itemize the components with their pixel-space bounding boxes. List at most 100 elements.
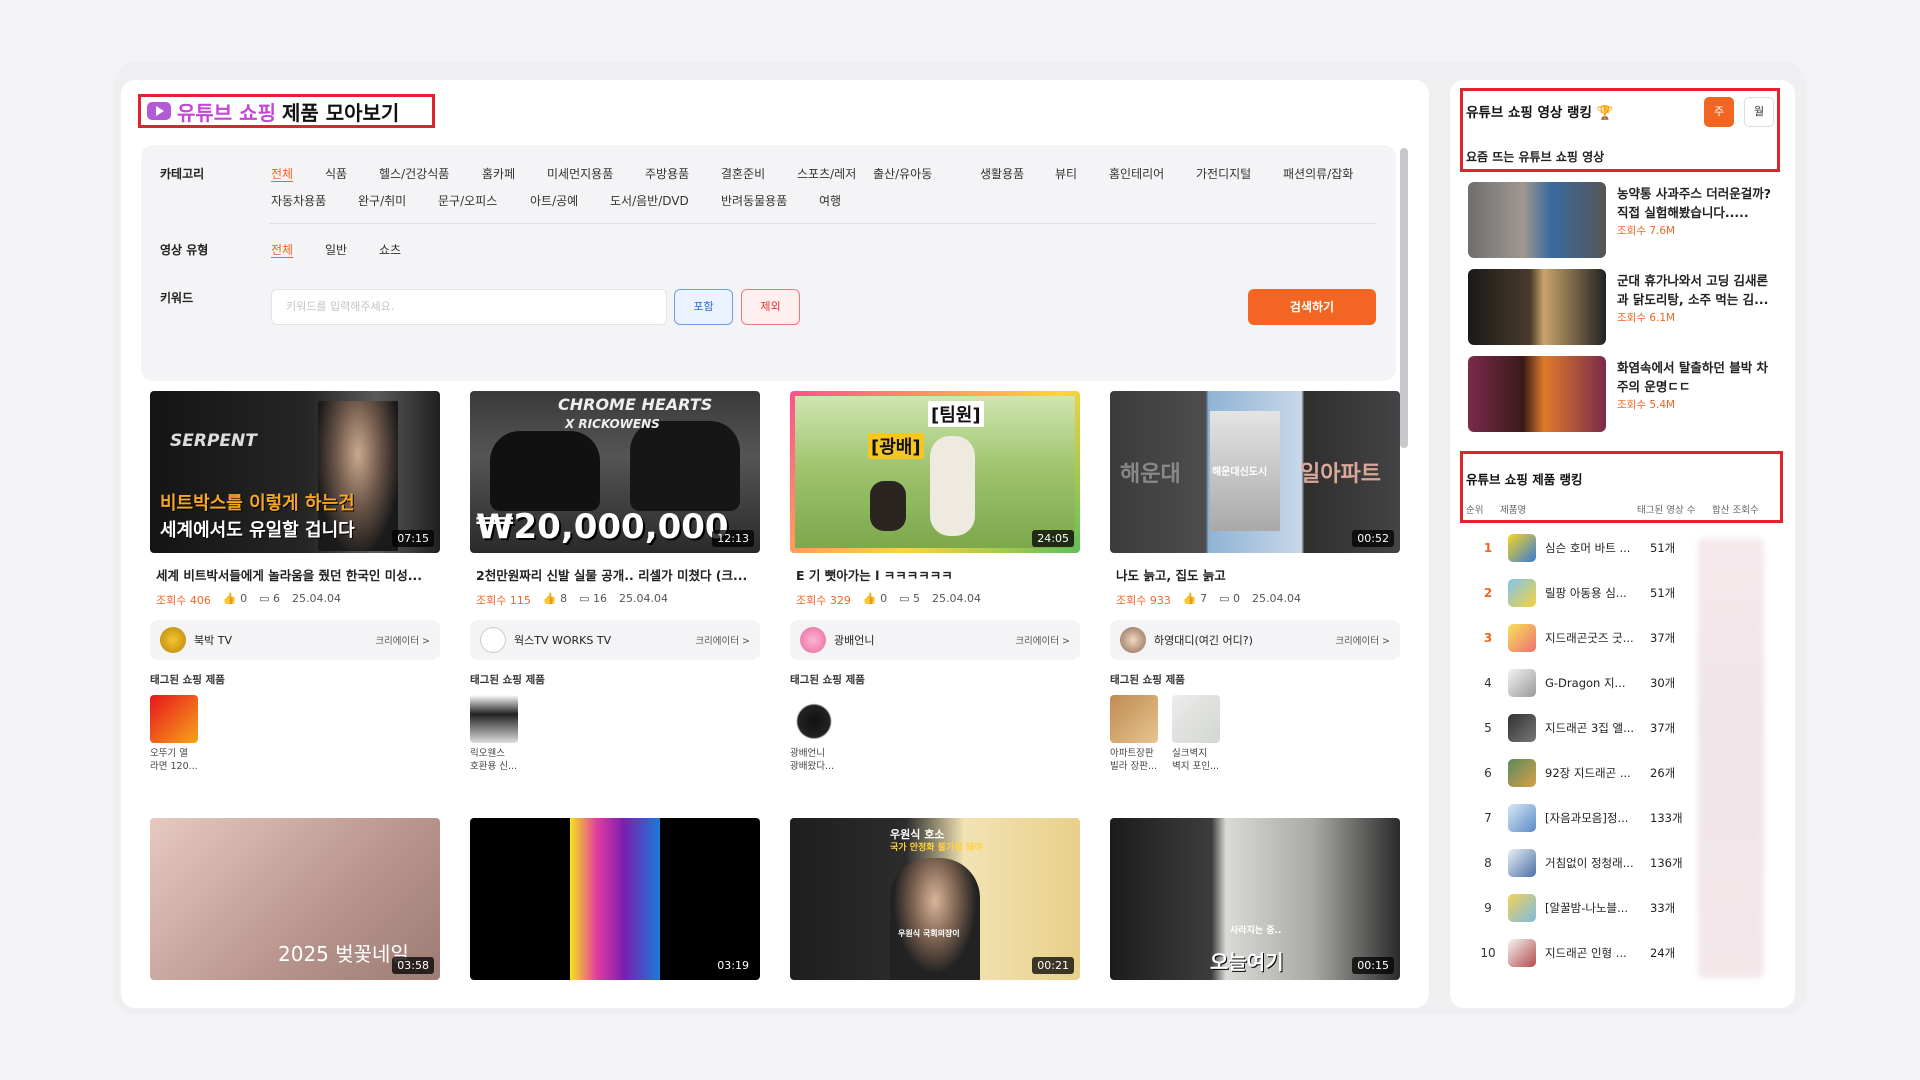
category-food[interactable]: 식품 [325,165,347,182]
ranking-row[interactable]: 6 92장 지드래곤 ... 26개 [1468,755,1778,791]
keyword-input[interactable]: 키워드를 입력해주세요. [271,289,667,325]
category-art[interactable]: 아트/공예 [530,192,578,209]
category-all[interactable]: 전체 [271,165,293,182]
creator-bar[interactable]: 하영대디(여긴 어디?) 크리에이터 > [1110,620,1400,660]
category-baby[interactable]: 출산/유아동 [873,165,932,182]
creator-link[interactable]: 크리에이터 > [1335,633,1390,647]
video-type-shorts[interactable]: 쇼츠 [379,241,401,258]
scrollbar[interactable] [1400,148,1408,448]
video-title: 농약통 사과주스 더러운걸까? 직접 실험해봤습니다..... [1617,186,1771,220]
video-type-normal[interactable]: 일반 [325,241,347,258]
trending-video[interactable]: 농약통 사과주스 더러운걸까? 직접 실험해봤습니다..... 조회수 7.6M [1468,182,1778,258]
video-title[interactable]: 나도 늙고, 집도 늙고 [1110,565,1400,584]
video-thumbnail[interactable]: [팀원] [광배] 24:05 [790,391,1080,553]
upload-date: 25.04.04 [618,592,668,605]
video-card[interactable]: 해운대 해운대신도시 일아파트 00:52 나도 늙고, 집도 늙고 조회수 9… [1110,391,1400,773]
search-button[interactable]: 검색하기 [1248,289,1376,325]
header-video-count: 태그된 영상 수 [1637,505,1696,516]
ranking-row[interactable]: 9 [알꿀밤-나노블... 33개 [1468,890,1778,926]
creator-link[interactable]: 크리에이터 > [695,633,750,647]
video-thumbnail[interactable]: 사라지는 중.. 오늘여기 00:15 [1110,818,1400,980]
category-beauty[interactable]: 뷰티 [1055,165,1077,182]
ranking-row[interactable]: 4 G-Dragon 지... 30개 [1468,665,1778,701]
view-count: 조회수 115 [476,594,531,607]
upload-date: 25.04.04 [1251,592,1301,605]
video-ranking-title: 유튜브 쇼핑 영상 랭킹 🏆 [1466,105,1614,121]
category-kitchen[interactable]: 주방용품 [645,165,689,182]
video-card[interactable]: CHROME HEARTS X RICKOWENS ₩20,000,000 12… [470,391,760,773]
tab-month[interactable]: 월 [1744,97,1774,127]
category-fashion[interactable]: 패션의류/잡화 [1283,165,1353,182]
product-image [1172,695,1220,743]
creator-bar[interactable]: 웍스TV WORKS TV 크리에이터 > [470,620,760,660]
duration-badge: 00:52 [1352,530,1394,547]
video-card[interactable]: 2025 벚꽃네일 03:58 [150,818,440,980]
category-interior[interactable]: 홈인테리어 [1109,165,1164,182]
exclude-button[interactable]: 제외 [741,289,800,325]
tab-week[interactable]: 주 [1704,97,1734,127]
product-name: 지드래곤굿즈 굿... [1545,631,1634,645]
category-sports[interactable]: 스포츠/레저 [797,165,856,182]
ranking-row[interactable]: 7 [자음과모음]정... 133개 [1468,800,1778,836]
creator-bar[interactable]: 광배언니 크리에이터 > [790,620,1080,660]
video-thumbnail[interactable]: 우원식 호소 국가 안정화 불가결 돼야 우원식 국회의장이 00:21 [790,818,1080,980]
category-travel[interactable]: 여행 [819,192,841,209]
filter-divider [270,223,1376,224]
tagged-product[interactable]: 릭오웬스 호환용 신... [470,695,522,773]
ranking-row[interactable]: 1 심슨 호머 바트 ... 51개 [1468,530,1778,566]
ranking-row[interactable]: 10 지드래곤 인형 ... 24개 [1468,935,1778,971]
ranking-row[interactable]: 8 거침없이 정청래... 136개 [1468,845,1778,881]
include-button[interactable]: 포함 [674,289,733,325]
ranking-row[interactable]: 5 지드래곤 3집 앨... 37개 [1468,710,1778,746]
video-thumbnail[interactable] [1468,356,1606,432]
product-name: 빌라 장판... [1110,761,1158,772]
creator-link[interactable]: 크리에이터 > [1015,633,1070,647]
video-type-all[interactable]: 전체 [271,241,293,258]
video-title[interactable]: 세계 비트박서들에게 놀라움을 줬던 한국인 미성... [150,565,440,584]
category-health[interactable]: 헬스/건강식품 [379,165,449,182]
tagged-count: 133개 [1650,811,1683,825]
category-living[interactable]: 생활용품 [980,165,1024,182]
video-thumbnail[interactable] [1468,269,1606,345]
trending-video[interactable]: 화염속에서 탈출하던 블박 차주의 운명ㄷㄷ 조회수 5.4M [1468,356,1778,432]
tagged-product[interactable]: 오뚜기 열 라면 120... [150,695,202,773]
video-card[interactable]: [팀원] [광배] 24:05 E 기 뻣아가는 l ㅋㅋㅋㅋㅋㅋ 조회수 32… [790,391,1080,773]
video-card[interactable]: 03:19 [470,818,760,980]
video-title[interactable]: E 기 뻣아가는 l ㅋㅋㅋㅋㅋㅋ [790,565,1080,584]
product-ranking-title: 유튜브 쇼핑 제품 랭킹 [1466,472,1583,487]
tagged-product[interactable]: 실크벽지 벽지 포인... [1172,695,1224,773]
video-card[interactable]: SERPENT 비트박스를 이렇게 하는건 세계에서도 유일할 겁니다 07:1… [150,391,440,773]
trending-label: 요즘 뜨는 유튜브 쇼핑 영상 [1466,150,1605,164]
video-thumbnail[interactable]: 해운대 해운대신도시 일아파트 00:52 [1110,391,1400,553]
thumb-text: CHROME HEARTS [558,395,713,414]
video-card[interactable]: 우원식 호소 국가 안정화 불가결 돼야 우원식 국회의장이 00:21 [790,818,1080,980]
category-pets[interactable]: 반려동물용품 [721,192,787,209]
video-thumbnail[interactable]: SERPENT 비트박스를 이렇게 하는건 세계에서도 유일할 겁니다 07:1… [150,391,440,553]
category-toys[interactable]: 완구/취미 [358,192,406,209]
creator-link[interactable]: 크리에이터 > [375,633,430,647]
video-thumbnail[interactable]: CHROME HEARTS X RICKOWENS ₩20,000,000 12… [470,391,760,553]
video-card[interactable]: 사라지는 중.. 오늘여기 00:15 [1110,818,1400,980]
category-wedding[interactable]: 결혼준비 [721,165,765,182]
category-office[interactable]: 문구/오피스 [438,192,497,209]
tagged-product[interactable]: 광배언니 광배왔다... [790,695,842,773]
ranking-row[interactable]: 3 지드래곤굿즈 굿... 37개 [1468,620,1778,656]
avatar [1120,627,1146,653]
tagged-products-label: 태그된 쇼핑 제품 [470,674,545,686]
video-title[interactable]: 2천만원짜리 신발 실물 공개.. 리셀가 미쳤다 (크... [470,565,760,584]
creator-bar[interactable]: 북박 TV 크리에이터 > [150,620,440,660]
category-digital[interactable]: 가전디지털 [1196,165,1251,182]
video-thumbnail[interactable]: 2025 벚꽃네일 03:58 [150,818,440,980]
category-car[interactable]: 자동차용품 [271,192,326,209]
tagged-product[interactable]: 아파트장판 빌라 장판... [1110,695,1162,773]
product-name: 광배왔다... [790,761,835,772]
video-thumbnail[interactable] [1468,182,1606,258]
product-image [1508,669,1536,697]
video-thumbnail[interactable]: 03:19 [470,818,760,980]
category-books[interactable]: 도서/음반/DVD [610,192,689,209]
like-count: 👍 0 [222,592,248,605]
ranking-row[interactable]: 2 릴팡 아동용 심... 51개 [1468,575,1778,611]
category-dust[interactable]: 미세먼지용품 [547,165,613,182]
trending-video[interactable]: 군대 휴가나와서 고딩 김새론과 닭도리탕, 소주 먹는 김... 조회수 6.… [1468,269,1778,345]
category-homecafe[interactable]: 홈카페 [482,165,515,182]
